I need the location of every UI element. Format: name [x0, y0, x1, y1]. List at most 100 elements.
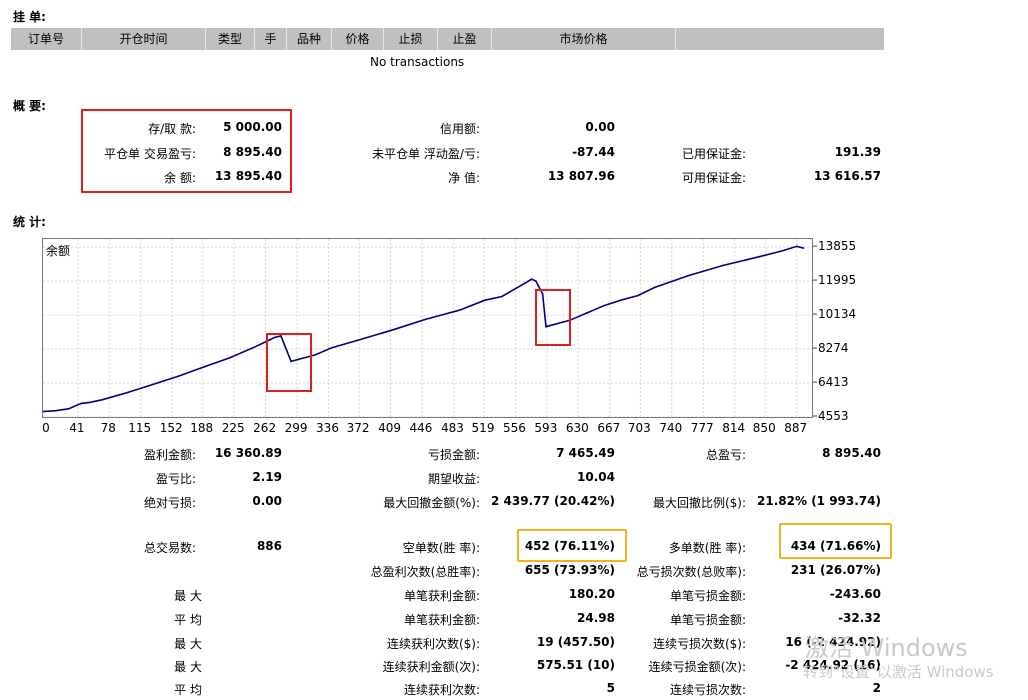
- y-tick-label-1: 6413: [818, 375, 849, 389]
- expected-payoff-label: 期望收益:: [427, 472, 480, 486]
- x-tick-label-8: 299: [285, 421, 308, 435]
- avg-consec-losses-label: 连续亏损次数:: [669, 683, 746, 697]
- gross-loss-value: 7 465.49: [556, 446, 615, 460]
- floating-pl-label: 未平仓单 浮动盈/亏:: [372, 147, 480, 161]
- credit-value: 0.00: [585, 120, 615, 134]
- balance-point-41: [781, 250, 784, 252]
- balance-point-9: [203, 366, 206, 368]
- balance-chart-plot: [43, 239, 812, 417]
- col-type[interactable]: 类型: [206, 28, 255, 50]
- maximal-consec-profit-value: 575.51 (10): [536, 658, 615, 672]
- col-price[interactable]: 价格: [332, 28, 384, 50]
- balance-point-8: [178, 375, 180, 377]
- y-tick-label-2: 8274: [818, 341, 849, 355]
- col-ticket[interactable]: 订单号: [11, 28, 82, 50]
- balance-point-5: [101, 398, 104, 401]
- x-tick-label-13: 483: [441, 421, 464, 435]
- free-margin-value: 13 616.57: [813, 169, 881, 183]
- summary-highlight-box: [81, 109, 292, 193]
- loss-trades-value: 231 (26.07%): [790, 563, 881, 577]
- balance-point-40: [755, 256, 758, 259]
- col-market-price[interactable]: 市场价格: [492, 28, 676, 50]
- margin-value: 191.39: [834, 145, 881, 159]
- total-net-profit-label: 总盈亏:: [705, 448, 746, 462]
- balance-point-1: [54, 409, 57, 412]
- y-tick-label-4: 11995: [818, 273, 856, 287]
- x-tick-label-11: 409: [378, 421, 401, 435]
- balance-point-2: [67, 408, 70, 410]
- x-tick-label-7: 262: [253, 421, 276, 435]
- row-avg2-label: 平 均: [174, 683, 202, 697]
- stats-title: 统 计:: [13, 215, 46, 229]
- average-loss-label: 单笔亏损金额:: [669, 613, 746, 627]
- balance-point-24: [484, 299, 486, 301]
- x-tick-label-9: 336: [316, 421, 339, 435]
- margin-label: 已用保证金:: [681, 147, 746, 161]
- col-sl[interactable]: 止损: [384, 28, 438, 50]
- balance-point-21: [390, 329, 393, 332]
- largest-loss-label: 单笔亏损金额:: [669, 589, 746, 603]
- col-symbol[interactable]: 品种: [287, 28, 332, 50]
- col-lots[interactable]: 手: [255, 28, 287, 50]
- max-consec-losses-label: 连续亏损次数($):: [652, 637, 746, 651]
- drawdown-highlight-1: [266, 333, 312, 392]
- balance-point-20: [356, 339, 359, 342]
- balance-point-39: [721, 264, 724, 267]
- balance-chart: 余额: [42, 238, 813, 418]
- total-net-profit-value: 8 895.40: [822, 446, 881, 460]
- balance-point-43: [802, 247, 805, 249]
- largest-profit-value: 180.20: [568, 587, 615, 601]
- row-largest-label: 最 大: [174, 589, 202, 603]
- absolute-drawdown-value: 0.00: [252, 494, 282, 508]
- avg-consec-wins-value: 5: [606, 681, 615, 695]
- x-tick-label-1: 41: [69, 421, 84, 435]
- col-open-time[interactable]: 开仓时间: [82, 28, 206, 50]
- chart-y-axis: 455364138274101341199513855: [813, 239, 856, 423]
- x-tick-label-21: 777: [691, 421, 714, 435]
- y-tick-label-3: 10134: [818, 307, 856, 321]
- balance-point-3: [80, 402, 83, 405]
- col-blank: [676, 28, 884, 50]
- profit-factor-label: 盈亏比:: [155, 472, 196, 486]
- x-tick-label-12: 446: [410, 421, 433, 435]
- x-tick-label-10: 372: [347, 421, 370, 435]
- gross-profit-value: 16 360.89: [214, 446, 282, 460]
- absolute-drawdown-label: 绝对亏损:: [143, 496, 196, 510]
- free-margin-label: 可用保证金:: [681, 171, 746, 185]
- summary-title: 概 要:: [13, 99, 46, 113]
- no-transactions-text: No transactions: [370, 55, 465, 69]
- expected-payoff-value: 10.04: [577, 470, 615, 484]
- average-profit-value: 24.98: [577, 611, 615, 625]
- x-tick-label-23: 850: [753, 421, 776, 435]
- balance-point-4: [88, 401, 91, 404]
- profit-trades-label: 总盈利次数(总胜率):: [370, 565, 480, 579]
- pending-orders-title: 挂 单:: [13, 10, 46, 24]
- drawdown-highlight-2: [535, 289, 571, 346]
- balance-point-19: [331, 346, 333, 349]
- balance-point-11: [254, 345, 257, 348]
- balance-point-33: [586, 312, 588, 314]
- balance-point-38: [687, 274, 690, 277]
- gross-loss-label: 亏损金额:: [427, 448, 480, 462]
- loss-trades-label: 总亏损次数(总败率):: [636, 565, 746, 579]
- x-tick-label-2: 78: [101, 421, 116, 435]
- col-tp[interactable]: 止盈: [438, 28, 492, 50]
- gross-profit-label: 盈利金额:: [143, 448, 196, 462]
- chart-x-axis: 0 41 78 115 152 188 225 262 299 336 372 409 446 483 51…: [42, 421, 807, 435]
- row-max-label: 最 大: [174, 637, 202, 651]
- avg-consec-wins-label: 连续获利次数:: [403, 683, 480, 697]
- max-consec-wins-label: 连续获利次数($):: [386, 637, 480, 651]
- balance-point-22: [424, 318, 427, 321]
- short-positions-highlight: [517, 529, 627, 562]
- x-tick-label-6: 225: [222, 421, 245, 435]
- balance-point-26: [524, 282, 527, 284]
- total-trades-label: 总交易数:: [143, 541, 196, 555]
- balance-series-line: [43, 245, 804, 413]
- maximal-drawdown-value: 2 439.77 (20.42%): [491, 494, 615, 508]
- balance-point-23: [458, 309, 461, 312]
- x-tick-label-24: 887: [784, 421, 807, 435]
- short-positions-label: 空单数(胜 率):: [402, 541, 480, 555]
- balance-point-36: [637, 294, 639, 297]
- y-tick-label-5: 13855: [818, 239, 856, 253]
- profit-factor-value: 2.19: [252, 470, 282, 484]
